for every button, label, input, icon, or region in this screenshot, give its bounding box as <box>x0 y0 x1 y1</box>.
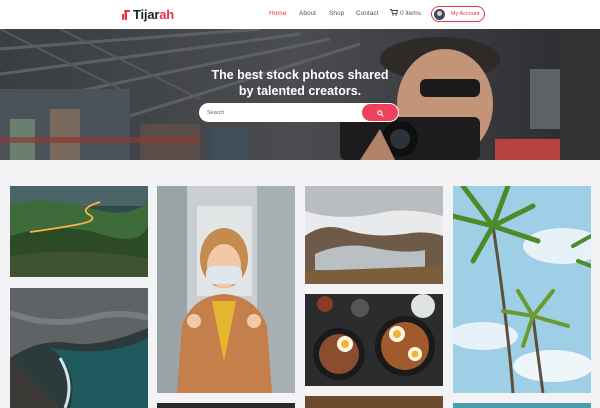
cart-icon <box>390 9 400 18</box>
nav-shop-link[interactable]: Shop <box>329 10 344 17</box>
photo-woman-mask[interactable] <box>157 186 295 393</box>
search-bar <box>199 103 399 122</box>
photo-coastal-cliff[interactable] <box>10 288 148 408</box>
photo-lake-mountain[interactable] <box>305 186 443 284</box>
brand-name-part2: ah <box>159 6 175 22</box>
cart-link[interactable]: 0 items <box>390 9 421 18</box>
hero-title-line2: by talented creators. <box>238 84 362 98</box>
search-icon <box>376 104 384 122</box>
brand-name: Tijarah <box>133 7 174 22</box>
photo-road-valley[interactable] <box>10 186 148 277</box>
photo-breakfast-table[interactable] <box>305 294 443 386</box>
photo-dark-strip[interactable] <box>157 403 295 408</box>
photo-food-strip[interactable] <box>305 396 443 408</box>
hero-title-line1: The best stock photos shared <box>211 68 389 82</box>
photo-palm-trees[interactable] <box>453 186 591 393</box>
photo-gallery <box>0 160 600 408</box>
nav-contact-link[interactable]: Contact <box>356 10 378 17</box>
nav-about-link[interactable]: About <box>299 10 316 17</box>
my-account-label: My Account <box>451 11 480 17</box>
avatar-icon <box>434 8 445 20</box>
nav-home-link[interactable]: Home <box>269 10 286 17</box>
photo-teal-strip[interactable] <box>453 403 591 408</box>
site-header: Tijarah Home About Shop Contact 0 items … <box>0 0 600 29</box>
brand-logo[interactable]: Tijarah <box>121 6 174 22</box>
logo-mark-icon <box>121 8 131 20</box>
hero-banner: The best stock photos shared by talented… <box>0 29 600 160</box>
hero-title: The best stock photos shared by talented… <box>0 67 600 99</box>
search-input[interactable] <box>207 106 357 119</box>
my-account-button[interactable]: My Account <box>431 6 485 22</box>
brand-name-part1: Tijar <box>133 6 160 22</box>
search-button[interactable] <box>362 104 398 121</box>
cart-count: 0 items <box>400 10 421 17</box>
